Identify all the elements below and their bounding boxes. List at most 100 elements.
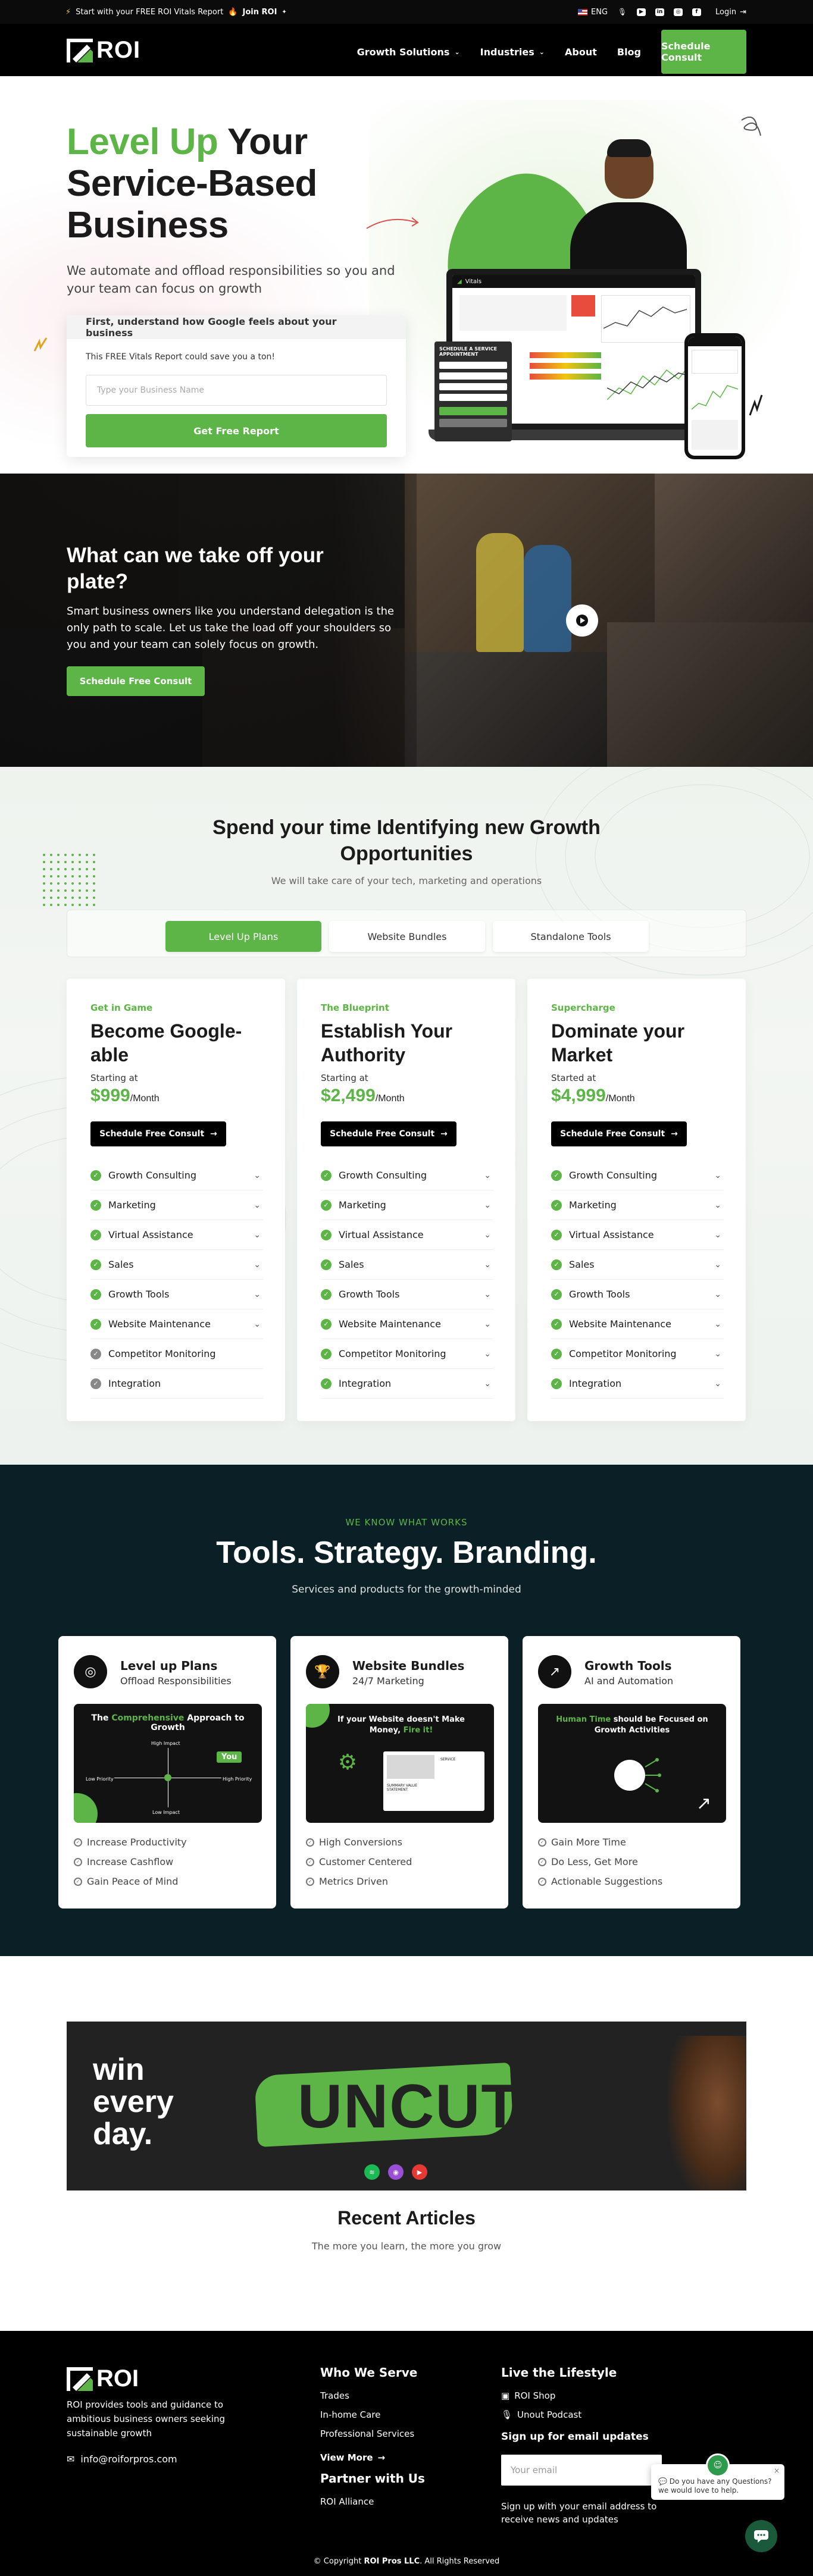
- tools-title: Tools. Strategy. Branding.: [216, 1535, 597, 1570]
- trend-arrow-icon: ↗: [696, 1793, 712, 1814]
- get-free-report-button[interactable]: Get Free Report: [86, 414, 387, 447]
- check-icon: ✓: [551, 1199, 562, 1211]
- youtube-icon[interactable]: ▶: [637, 8, 646, 16]
- ai-panel: Human Time should be Focused on Growth A…: [538, 1704, 726, 1823]
- card-level-up-plans[interactable]: ◎ Level up Plans Offload Responsibilitie…: [58, 1636, 276, 1909]
- plan-consult-button[interactable]: Schedule Free Consult →: [321, 1121, 456, 1146]
- tab-website-bundles[interactable]: Website Bundles: [329, 921, 485, 952]
- plan-kicker: Supercharge: [551, 1002, 615, 1013]
- arrow-right-icon: →: [377, 2452, 386, 2463]
- point-label: Customer Centered: [319, 1856, 412, 1867]
- close-icon[interactable]: ×: [774, 2467, 780, 2475]
- vitals-app-title: Vitals: [465, 278, 482, 285]
- footer-link-trades[interactable]: Trades: [320, 2390, 425, 2401]
- tagline-line: win: [93, 2052, 145, 2087]
- feature-item[interactable]: ✓ Growth Consulting ⌄: [551, 1161, 724, 1190]
- feature-item[interactable]: ✓ Growth Tools ⌄: [321, 1280, 493, 1309]
- feature-item[interactable]: ✓ Marketing ⌄: [551, 1190, 724, 1220]
- feature-item[interactable]: ✓ Growth Consulting ⌄: [321, 1161, 493, 1190]
- card-title: Growth Tools: [584, 1659, 672, 1673]
- footer-link-professional-services[interactable]: Professional Services: [320, 2428, 425, 2439]
- business-name-input[interactable]: Type your Business Name: [86, 375, 387, 406]
- feature-item[interactable]: ✓ Website Maintenance ⌄: [90, 1309, 263, 1339]
- logo-text: ROI: [96, 37, 141, 63]
- linkedin-icon[interactable]: in: [655, 8, 665, 16]
- feature-item[interactable]: ✓ Sales ⌄: [321, 1250, 493, 1280]
- nav-growth-solutions[interactable]: Growth Solutions ⌄: [357, 46, 460, 58]
- login-label: Login: [715, 7, 737, 17]
- plan-consult-button[interactable]: Schedule Free Consult →: [551, 1121, 687, 1146]
- footer-email-input[interactable]: Your email: [501, 2455, 662, 2486]
- point-item: ✓ Increase Productivity: [74, 1832, 187, 1852]
- feature-item[interactable]: ✓ Website Maintenance ⌄: [551, 1309, 724, 1339]
- check-icon: ✓: [321, 1259, 332, 1270]
- join-roi-link[interactable]: Join ROI: [243, 8, 277, 17]
- nav-industries[interactable]: Industries ⌄: [480, 46, 545, 58]
- chat-icon: [754, 2530, 768, 2543]
- tab-level-up-plans[interactable]: Level Up Plans: [165, 921, 321, 952]
- feature-item[interactable]: ✓ Marketing ⌄: [90, 1190, 263, 1220]
- feature-item[interactable]: ✓ Competitor Monitoring ⌄: [551, 1339, 724, 1369]
- feature-label: Growth Tools: [569, 1289, 630, 1300]
- uncut-banner[interactable]: win every day. UNCUT ≋ ◉ ▶: [67, 2022, 746, 2190]
- footer-link-podcast[interactable]: 🎙 Unout Podcast: [501, 2409, 680, 2420]
- nav-about[interactable]: About: [565, 46, 597, 58]
- site-logo[interactable]: ROI: [67, 37, 140, 64]
- tab-standalone-tools[interactable]: Standalone Tools: [493, 921, 649, 952]
- feature-item[interactable]: ✓ Integration ⌄: [321, 1369, 493, 1399]
- dot-grid-decoration: [43, 854, 95, 906]
- nav-blog[interactable]: Blog: [617, 46, 641, 58]
- doodle-zigzag-icon: [33, 337, 48, 352]
- feature-item[interactable]: ✓ Growth Tools ⌄: [90, 1280, 263, 1309]
- footer-logo[interactable]: ROI: [67, 2365, 139, 2392]
- point-item: ✓ High Conversions: [306, 1832, 412, 1852]
- feature-item[interactable]: ✓ Integration: [90, 1369, 263, 1399]
- feature-item[interactable]: ✓ Sales ⌄: [551, 1250, 724, 1280]
- feature-item[interactable]: ✓ Virtual Assistance ⌄: [551, 1220, 724, 1250]
- spotify-icon[interactable]: ≋: [364, 2164, 380, 2180]
- podcasts-icon[interactable]: ◉: [388, 2164, 404, 2180]
- chat-launcher-button[interactable]: [745, 2520, 777, 2552]
- host-photo: [668, 2036, 746, 2190]
- feature-item[interactable]: ✓ Growth Tools ⌄: [551, 1280, 724, 1309]
- chevron-down-icon: ⌄: [254, 1289, 261, 1299]
- microphone-icon[interactable]: 🎙: [617, 7, 627, 17]
- card-growth-tools[interactable]: ↗ Growth Tools AI and Automation Human T…: [523, 1636, 740, 1909]
- website-panel: If your Website doesn't Make Money, Fire…: [306, 1704, 494, 1823]
- feature-item[interactable]: ✓ Sales ⌄: [90, 1250, 263, 1280]
- card-website-bundles[interactable]: 🏆 Website Bundles 24/7 Marketing If your…: [290, 1636, 508, 1909]
- footer-email-link[interactable]: ✉ info@roiforpros.com: [67, 2453, 177, 2465]
- money-tree-icon: ⚙: [337, 1750, 358, 1775]
- vitals-report-form: First, understand how Google feels about…: [67, 315, 406, 457]
- schedule-free-consult-button[interactable]: Schedule Free Consult: [67, 666, 205, 696]
- feature-item[interactable]: ✓ Website Maintenance ⌄: [321, 1309, 493, 1339]
- feature-item[interactable]: ✓ Integration ⌄: [551, 1369, 724, 1399]
- login-link[interactable]: Login ⇥: [715, 8, 746, 17]
- play-video-button[interactable]: [566, 604, 598, 637]
- feature-item[interactable]: ✓ Virtual Assistance ⌄: [321, 1220, 493, 1250]
- feature-item[interactable]: ✓ Growth Consulting ⌄: [90, 1161, 263, 1190]
- youtube-icon[interactable]: ▶: [412, 2164, 427, 2180]
- schedule-consult-button[interactable]: Schedule Consult: [661, 30, 746, 74]
- chevron-down-icon: ⌄: [714, 1289, 721, 1299]
- language-selector[interactable]: ENG: [578, 8, 608, 17]
- feature-item[interactable]: ✓ Virtual Assistance ⌄: [90, 1220, 263, 1250]
- feature-item[interactable]: ✓ Marketing ⌄: [321, 1190, 493, 1220]
- feature-label: Sales: [569, 1259, 595, 1270]
- footer-link-view-more[interactable]: View More →: [320, 2452, 425, 2463]
- footer-link-roi-alliance[interactable]: ROI Alliance: [320, 2496, 425, 2507]
- check-circle-icon: ✓: [306, 1877, 314, 1886]
- footer-link-roi-shop[interactable]: ▣ ROI Shop: [501, 2390, 680, 2401]
- chevron-down-icon: ⌄: [484, 1349, 491, 1359]
- panel-highlight: Comprehensive: [111, 1713, 185, 1723]
- feature-item[interactable]: ✓ Competitor Monitoring ⌄: [321, 1339, 493, 1369]
- plan-consult-button[interactable]: Schedule Free Consult →: [90, 1121, 226, 1146]
- plan-title: Become Google-able: [90, 1020, 242, 1066]
- promo-banner[interactable]: ⚡ Start with your FREE ROI Vitals Report…: [65, 8, 287, 17]
- feature-label: Sales: [339, 1259, 364, 1270]
- chat-prompt-bubble[interactable]: ☺ × 💬 Do you have any Questions? we woul…: [651, 2453, 784, 2500]
- facebook-icon[interactable]: f: [692, 8, 702, 16]
- instagram-icon[interactable]: ◎: [674, 8, 683, 16]
- feature-item[interactable]: ✓ Competitor Monitoring: [90, 1339, 263, 1369]
- footer-link-in-home-care[interactable]: In-home Care: [320, 2409, 425, 2420]
